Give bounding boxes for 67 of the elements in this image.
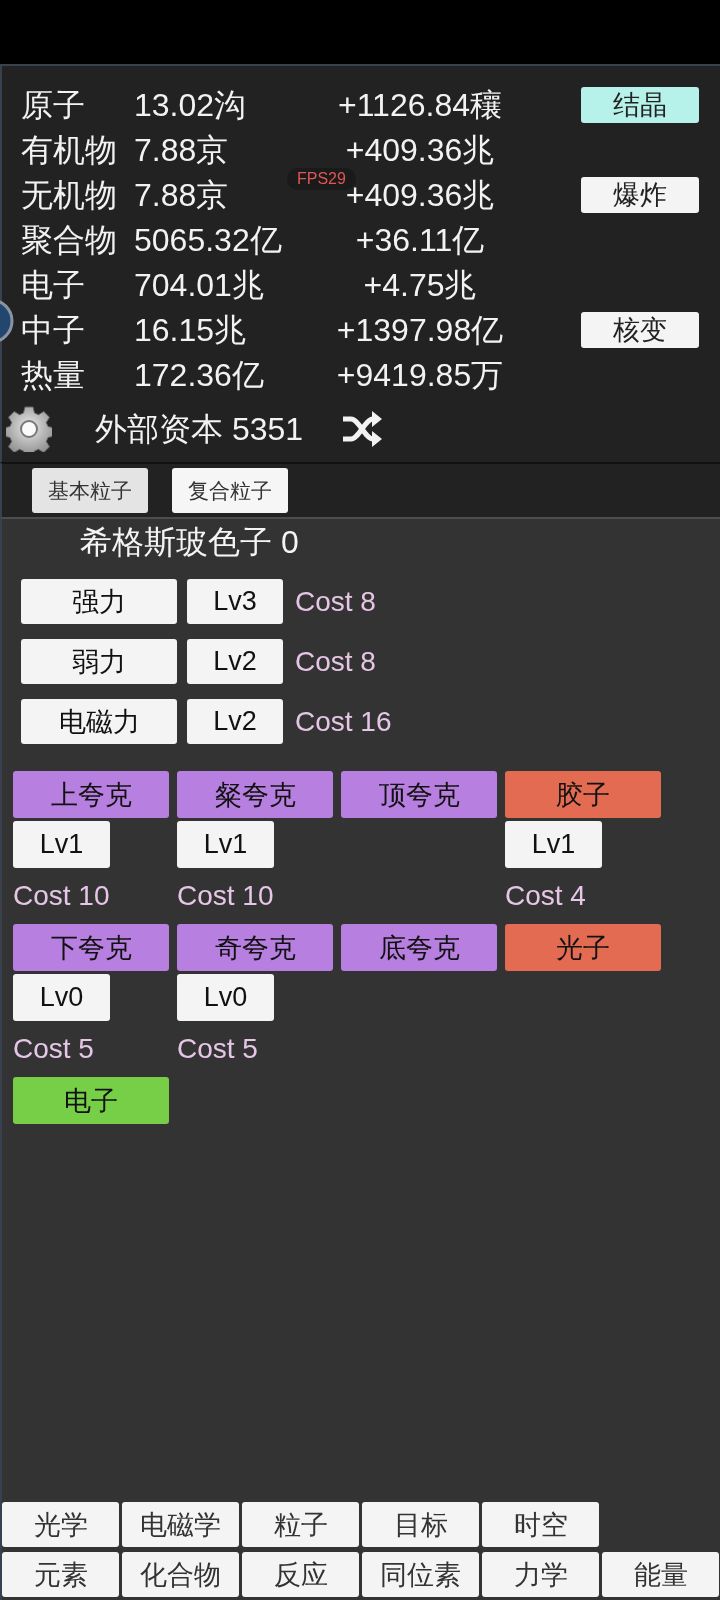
- nav-tab[interactable]: 能量: [602, 1552, 719, 1597]
- resource-name: 中子: [21, 310, 85, 349]
- higgs-count: 希格斯玻色子 0: [80, 523, 299, 561]
- nav-tab[interactable]: 光学: [2, 1502, 119, 1547]
- level-button[interactable]: Lv1: [13, 821, 110, 868]
- nav-tab[interactable]: 元素: [2, 1552, 119, 1597]
- resource-name: 无机物: [21, 175, 117, 214]
- nav-tab[interactable]: 粒子: [242, 1502, 359, 1547]
- particle-button[interactable]: 电子: [13, 1077, 169, 1124]
- resource-amount: 7.88京: [134, 130, 229, 169]
- resource-name: 聚合物: [21, 220, 117, 259]
- resource-amount: 7.88京: [134, 175, 229, 214]
- force-button[interactable]: 强力: [21, 579, 177, 624]
- force-button[interactable]: 电磁力: [21, 699, 177, 744]
- resource-name: 原子: [21, 85, 85, 124]
- resource-rate: +409.36兆: [345, 130, 495, 169]
- particle-button[interactable]: 下夸克: [13, 924, 169, 971]
- particle-button[interactable]: 底夸克: [341, 924, 497, 971]
- cost-label: Cost 5: [13, 1032, 94, 1066]
- level-button[interactable]: Lv0: [13, 974, 110, 1021]
- particle-button[interactable]: 胶子: [505, 771, 661, 818]
- action-button[interactable]: 核变: [581, 311, 699, 348]
- nav-tab[interactable]: 反应: [242, 1552, 359, 1597]
- category-tab[interactable]: 复合粒子: [172, 468, 288, 513]
- cost-label: Cost 16: [295, 704, 392, 739]
- resource-amount: 704.01兆: [134, 265, 264, 304]
- cost-label: Cost 10: [13, 879, 110, 913]
- particle-button[interactable]: 顶夸克: [341, 771, 497, 818]
- level-button[interactable]: Lv2: [187, 699, 283, 744]
- resource-rate: +1126.84穰: [338, 85, 502, 124]
- nav-tab[interactable]: 时空: [482, 1502, 599, 1547]
- particle-button[interactable]: 奇夸克: [177, 924, 333, 971]
- resource-rate: +1397.98亿: [336, 310, 504, 349]
- level-button[interactable]: Lv1: [505, 821, 602, 868]
- external-capital-label: 外部资本 5351: [95, 409, 304, 448]
- cost-label: Cost 8: [295, 584, 376, 619]
- action-button[interactable]: 结晶: [581, 86, 699, 123]
- particle-button[interactable]: 上夸克: [13, 771, 169, 818]
- resource-name: 热量: [21, 355, 85, 394]
- resource-amount: 172.36亿: [134, 355, 264, 394]
- cost-label: Cost 4: [505, 879, 586, 913]
- resource-amount: 13.02沟: [134, 85, 247, 124]
- resource-rate: +9419.85万: [336, 355, 504, 394]
- nav-tab[interactable]: 电磁学: [122, 1502, 239, 1547]
- cost-label: Cost 10: [177, 879, 274, 913]
- level-button[interactable]: Lv0: [177, 974, 274, 1021]
- resource-name: 电子: [21, 265, 85, 304]
- particle-button[interactable]: 光子: [505, 924, 661, 971]
- nav-tab[interactable]: 同位素: [362, 1552, 479, 1597]
- resource-rate: +36.11亿: [355, 220, 485, 259]
- resource-amount: 16.15兆: [134, 310, 247, 349]
- cost-label: Cost 5: [177, 1032, 258, 1066]
- resource-amount: 5065.32亿: [134, 220, 282, 259]
- level-button[interactable]: Lv3: [187, 579, 283, 624]
- nav-tab[interactable]: 化合物: [122, 1552, 239, 1597]
- nav-tab[interactable]: 目标: [362, 1502, 479, 1547]
- category-tab[interactable]: 基本粒子: [32, 468, 148, 513]
- particle-button[interactable]: 粲夸克: [177, 771, 333, 818]
- force-button[interactable]: 弱力: [21, 639, 177, 684]
- nav-tab[interactable]: 力学: [482, 1552, 599, 1597]
- settings-icon[interactable]: [6, 405, 52, 452]
- resource-rate: +4.75兆: [363, 265, 477, 304]
- cost-label: Cost 8: [295, 644, 376, 679]
- level-button[interactable]: Lv2: [187, 639, 283, 684]
- action-button[interactable]: 爆炸: [581, 176, 699, 213]
- resource-name: 有机物: [21, 130, 117, 169]
- level-button[interactable]: Lv1: [177, 821, 274, 868]
